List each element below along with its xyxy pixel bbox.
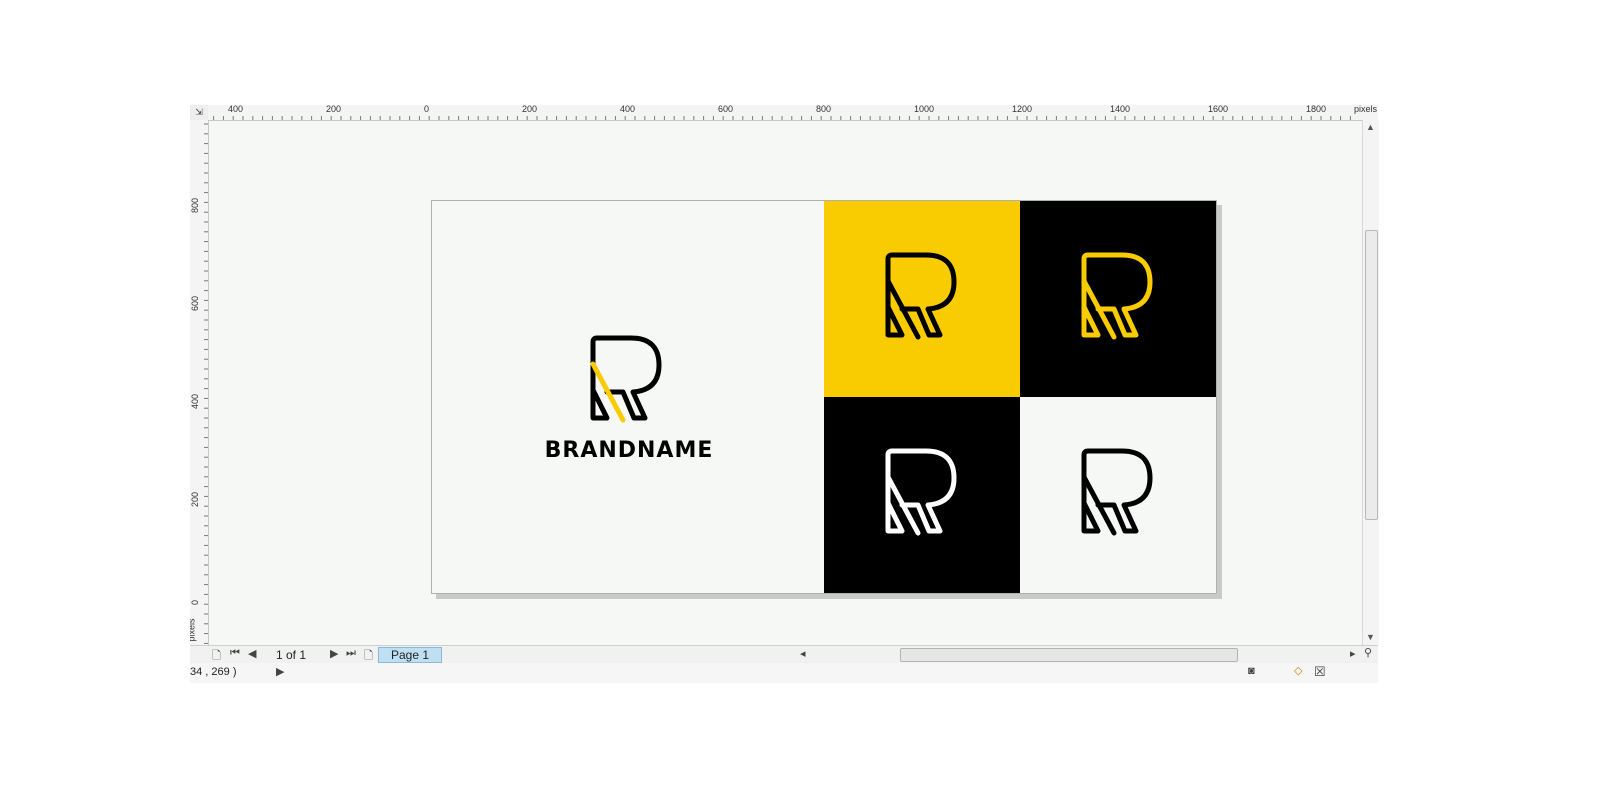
first-page-icon[interactable]: ⏮ — [230, 647, 240, 660]
document-page[interactable]: BRANDNAME — [431, 200, 1217, 594]
status-bar: 34 , 269 ) ▶ ◙ ◇ ☒ — [190, 663, 1378, 683]
zoom-icon[interactable]: ⚲ — [1364, 646, 1372, 659]
tab-page-1[interactable]: Page 1 — [378, 647, 443, 663]
drawing-canvas[interactable]: BRANDNAME — [209, 121, 1362, 645]
logo-mark-black-on-white — [1081, 448, 1153, 536]
next-page-icon[interactable]: ▶ — [330, 647, 338, 660]
main-logo-mark[interactable] — [587, 334, 667, 430]
ruler-label: 200 — [522, 105, 538, 114]
ruler-label: 800 — [816, 105, 832, 114]
editor-window: 400 200 0 200 400 600 800 1000 1200 1400 1600 1800 … — [190, 105, 1379, 683]
page-count: 1 of 1 — [276, 648, 307, 662]
ruler-label: 1200 — [1012, 105, 1033, 114]
ruler-label: 1400 — [1110, 105, 1131, 114]
no-outline-icon[interactable]: ☒ — [1314, 664, 1326, 680]
ruler-label: 600 — [718, 105, 734, 114]
scroll-down-icon[interactable]: ▼ — [1366, 632, 1375, 642]
ruler-label: 1600 — [1208, 105, 1229, 114]
horizontal-ruler[interactable]: 400 200 0 200 400 600 800 1000 1200 1400 1600 1800 … — [190, 105, 1378, 121]
play-icon[interactable]: ▶ — [276, 665, 284, 678]
tile-black-bg-white-mark[interactable] — [824, 397, 1020, 593]
ruler-label: 200 — [326, 105, 342, 114]
scroll-up-icon[interactable]: ▲ — [1366, 122, 1375, 132]
ruler-label: 200 — [190, 491, 200, 507]
vertical-scrollbar[interactable]: ▲ ▼ — [1362, 120, 1379, 645]
prev-page-icon[interactable]: ◀ — [248, 647, 256, 660]
vertical-scroll-thumb[interactable] — [1365, 230, 1378, 520]
ruler-label: 0 — [190, 599, 200, 605]
ruler-label: 800 — [190, 197, 200, 213]
ruler-label: 400 — [620, 105, 636, 114]
brand-name[interactable]: BRANDNAME — [542, 438, 716, 463]
vertical-ruler-unit-label: pixels — [190, 618, 197, 642]
ruler-unit-label: pixels — [1354, 105, 1378, 114]
scroll-left-icon[interactable]: ◂ — [800, 647, 806, 660]
logo-mark-white — [885, 448, 957, 536]
ruler-label: 400 — [190, 393, 200, 409]
snapshot-icon[interactable]: ◙ — [1248, 665, 1255, 677]
last-page-icon[interactable]: ⏭ — [346, 647, 356, 660]
fill-icon[interactable]: ◇ — [1294, 664, 1302, 677]
ruler-label: 1000 — [914, 105, 935, 114]
ruler-origin-icon[interactable]: ⇲ — [190, 105, 208, 120]
horizontal-scroll-thumb[interactable] — [900, 648, 1238, 662]
tile-white-bg[interactable] — [1020, 397, 1216, 593]
ruler-label: 0 — [424, 105, 430, 114]
ruler-label: 400 — [228, 105, 244, 114]
ruler-label: 600 — [190, 295, 200, 311]
vertical-ruler[interactable]: 800 600 400 200 0 pixels — [190, 120, 209, 645]
logo-mark-black — [885, 252, 957, 340]
horizontal-ruler-ticks — [193, 116, 1351, 120]
cursor-position: 34 , 269 ) — [190, 666, 237, 678]
ruler-label: 1800 — [1306, 105, 1327, 114]
tile-yellow-bg[interactable] — [824, 201, 1020, 397]
scroll-right-icon[interactable]: ▸ — [1350, 647, 1356, 660]
tile-black-bg-yellow-mark[interactable] — [1020, 201, 1216, 397]
logo-mark-yellow — [1081, 252, 1153, 340]
page-navigator-bar: 🗋 ⏮ ◀ 1 of 1 ▶ ⏭ 🗋 Page 1 ◂ ▸ ⚲ — [190, 645, 1378, 664]
